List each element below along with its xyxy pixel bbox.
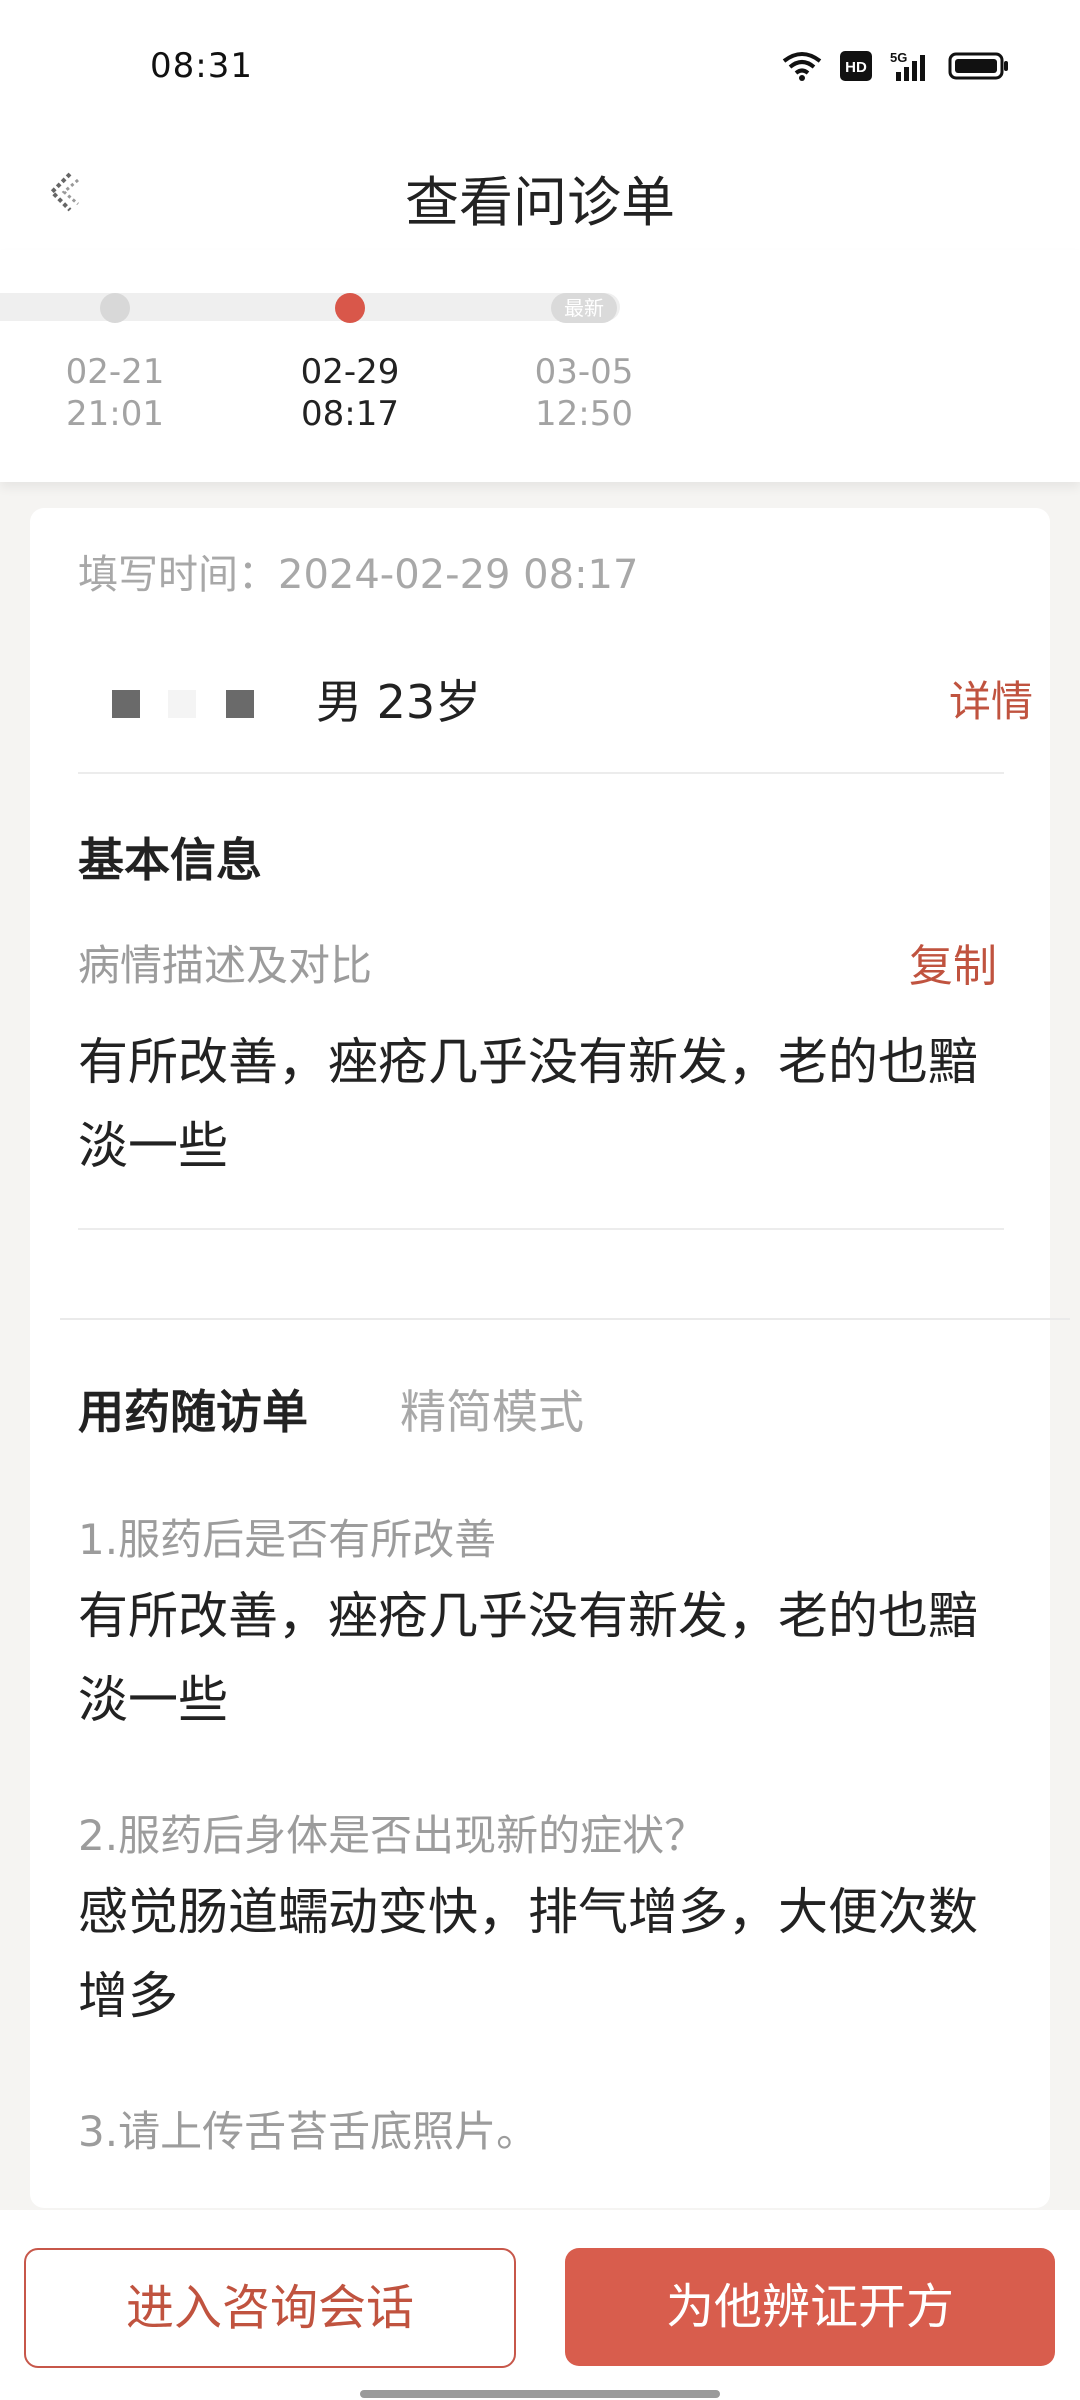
fill-time-label: 填写时间： — [78, 552, 278, 598]
bottom-action-bar: 进入咨询会话 为他辨证开方 — [0, 2210, 1080, 2400]
page-title: 查看问诊单 — [405, 171, 675, 234]
status-bar: 08:31 HD 5G — [0, 0, 1080, 140]
node-time: 12:50 — [535, 394, 633, 434]
condition-text: 有所改善，痤疮几乎没有新发，老的也黯淡一些 — [78, 1033, 978, 1175]
node-date: 02-29 — [300, 352, 400, 392]
divider — [78, 772, 1004, 774]
battery-icon — [948, 52, 1008, 80]
section-divider — [60, 1318, 1070, 1320]
followup-title: 用药随访单 — [78, 1385, 308, 1439]
patient-info: 男 23岁 — [316, 675, 482, 729]
enter-consultation-button[interactable]: 进入咨询会话 — [24, 2248, 516, 2368]
node-time: 21:01 — [66, 394, 164, 434]
question-3: 3.请上传舌苔舌底照片。 — [78, 2107, 539, 2156]
redacted-name-block — [168, 690, 196, 718]
5g-signal-icon: 5G — [890, 50, 925, 81]
detail-link[interactable]: 详情 — [949, 668, 1033, 729]
node-time: 08:17 — [301, 394, 399, 434]
latest-badge: 最新 — [551, 293, 617, 323]
basic-info-title: 基本信息 — [78, 833, 262, 887]
simple-mode-toggle[interactable]: 精简模式 — [400, 1376, 584, 1442]
timeline-node-date: 02-21 21:01 — [40, 351, 190, 435]
fill-time: 填写时间：2024-02-29 08:17 — [78, 542, 638, 600]
timeline-node-1[interactable]: 02-21 21:01 — [40, 250, 190, 435]
record-timeline: 02-21 21:01 02-29 08:17 最新 03-05 12:50 — [0, 250, 1080, 482]
timeline-node-date: 03-05 12:50 — [509, 351, 659, 435]
node-date: 03-05 — [534, 352, 634, 392]
timeline-dot — [100, 293, 130, 323]
home-indicator[interactable] — [360, 2390, 720, 2398]
hd-icon: HD — [840, 51, 872, 81]
question-1: 1.服药后是否有所改善 — [78, 1515, 497, 1564]
timeline-node-2[interactable]: 02-29 08:17 — [275, 250, 425, 435]
wifi-icon — [782, 52, 822, 81]
answer-1: 有所改善，痤疮几乎没有新发，老的也黯淡一些 — [78, 1587, 978, 1729]
answer-2: 感觉肠道蠕动变快，排气增多，大便次数增多 — [78, 1883, 978, 2025]
status-time: 08:31 — [150, 46, 253, 86]
divider — [78, 1228, 1004, 1230]
prescribe-button[interactable]: 为他辨证开方 — [565, 2248, 1055, 2366]
fill-time-value: 2024-02-29 08:17 — [278, 552, 639, 598]
status-icons: HD 5G — [782, 50, 1010, 82]
timeline-node-date: 02-29 08:17 — [275, 351, 425, 435]
condition-label: 病情描述及对比 — [78, 941, 373, 990]
redacted-name-block — [112, 690, 140, 718]
patient-row: 男 23岁 详情 — [78, 648, 1033, 738]
svg-text:HD: HD — [845, 59, 867, 76]
nav-header: 查看问诊单 — [0, 140, 1080, 250]
redacted-name-block — [226, 690, 254, 718]
copy-button[interactable]: 复制 — [909, 930, 997, 994]
node-date: 02-21 — [65, 352, 165, 392]
question-2: 2.服药后身体是否出现新的症状？ — [78, 1811, 707, 1860]
svg-text:5G: 5G — [890, 50, 907, 65]
timeline-node-3[interactable]: 最新 03-05 12:50 — [509, 250, 659, 435]
timeline-dot-active — [335, 293, 365, 323]
record-card: 填写时间：2024-02-29 08:17 男 23岁 详情 基本信息 病情描述… — [30, 508, 1070, 2230]
